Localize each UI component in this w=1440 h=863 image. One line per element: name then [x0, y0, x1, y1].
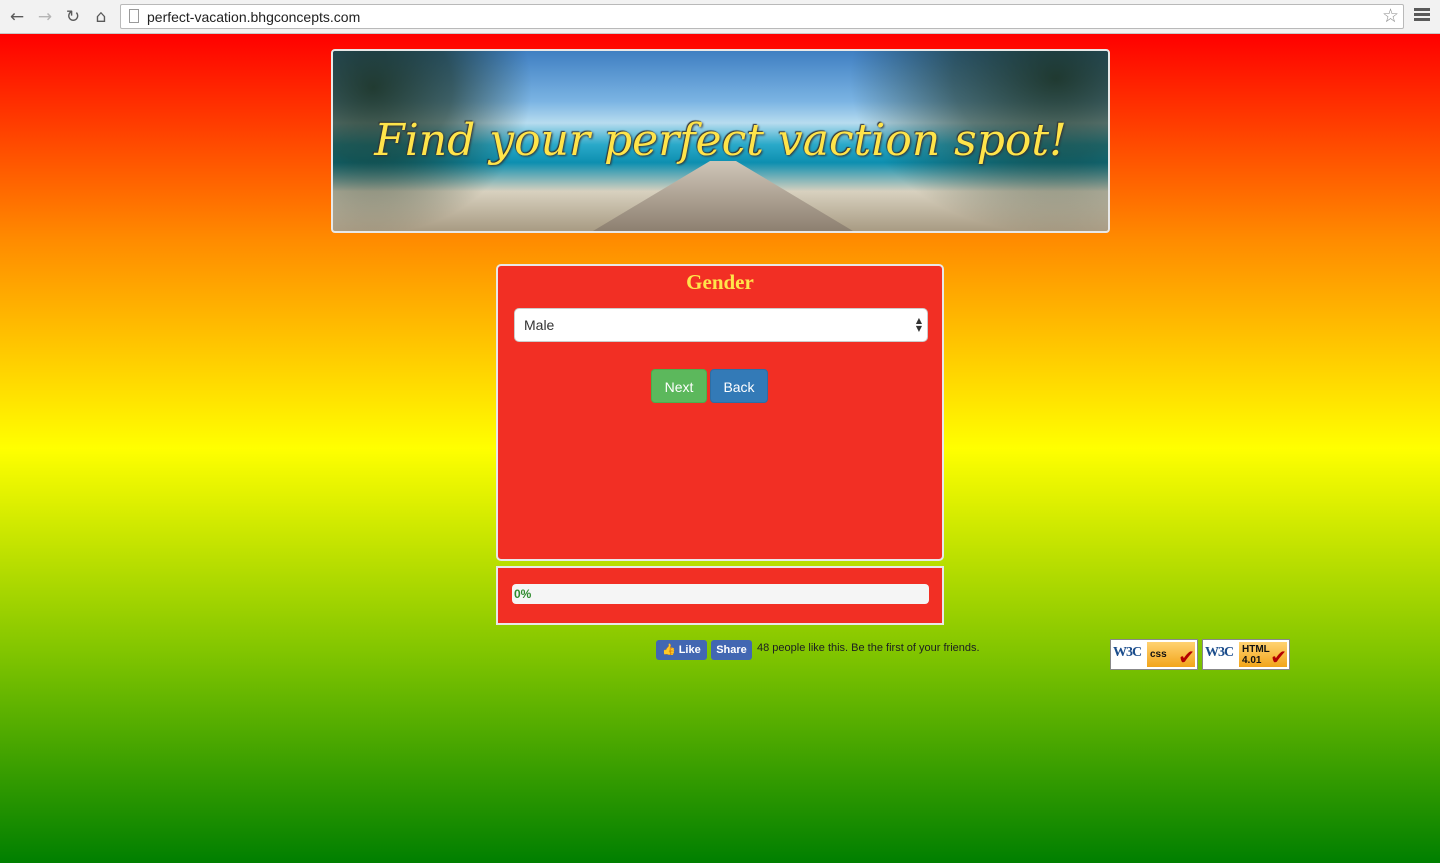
header-banner: Find your perfect vaction spot!: [331, 49, 1110, 233]
reload-icon[interactable]: ↻: [62, 6, 84, 28]
forward-icon[interactable]: →: [34, 6, 56, 28]
hamburger-menu-icon[interactable]: [1414, 8, 1430, 24]
browser-toolbar: ← → ↻ ⌂ perfect-vacation.bhgconcepts.com…: [0, 0, 1440, 34]
url-text[interactable]: perfect-vacation.bhgconcepts.com: [147, 9, 360, 25]
back-button[interactable]: Back: [710, 369, 768, 403]
select-arrows-icon: ▲ ▼: [915, 316, 922, 333]
question-title: Gender: [686, 270, 754, 294]
select-value: Male: [524, 317, 555, 333]
gender-select[interactable]: Male ▲ ▼: [514, 308, 928, 342]
progress-bar: 0%: [512, 584, 929, 604]
pier: [593, 161, 853, 231]
progress-label: 0%: [514, 587, 532, 601]
page-icon: [129, 9, 139, 23]
thumbs-up-icon: 👍: [662, 643, 676, 656]
banner-title: Find your perfect vaction spot!: [374, 115, 1067, 166]
progress-panel: 0%: [496, 566, 944, 625]
star-icon[interactable]: ☆: [1382, 5, 1399, 28]
w3c-css-badge[interactable]: W3C css ✔: [1110, 639, 1198, 670]
next-button[interactable]: Next: [651, 369, 707, 403]
like-label: Like: [678, 644, 701, 656]
facebook-share-button[interactable]: Share: [711, 640, 752, 660]
address-bar[interactable]: perfect-vacation.bhgconcepts.com ☆: [120, 4, 1404, 29]
w3c-logo: W3C: [1113, 645, 1142, 660]
back-icon[interactable]: ←: [6, 6, 28, 28]
page-viewport: Find your perfect vaction spot! Gender M…: [0, 34, 1440, 863]
checkmark-icon: ✔: [1178, 645, 1195, 669]
home-icon[interactable]: ⌂: [90, 6, 112, 28]
checkmark-icon: ✔: [1270, 645, 1287, 669]
quiz-panel: Gender Male ▲ ▼ Next Back: [496, 264, 944, 561]
w3c-logo: W3C: [1205, 645, 1234, 660]
facebook-social-text: 48 people like this. Be the first of you…: [757, 642, 980, 654]
w3c-html-badge[interactable]: W3C HTML 4.01 ✔: [1202, 639, 1290, 670]
facebook-like-button[interactable]: 👍 Like: [656, 640, 707, 660]
